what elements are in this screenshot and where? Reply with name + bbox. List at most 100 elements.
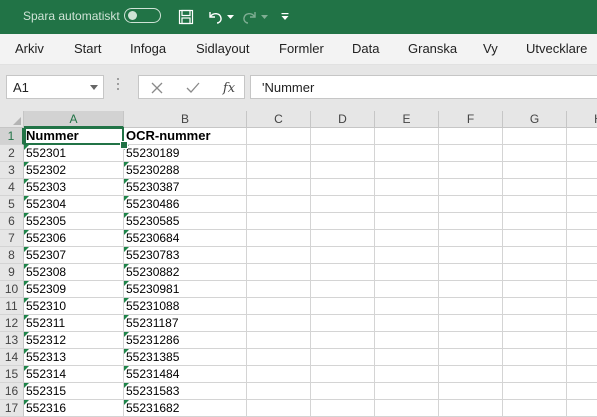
empty-cell[interactable] [503,281,567,298]
empty-cell[interactable] [503,247,567,264]
fill-handle[interactable] [120,141,128,149]
empty-cell[interactable] [247,162,311,179]
empty-cell[interactable] [247,349,311,366]
cell-a13[interactable]: 552312 [24,332,124,349]
empty-cell[interactable] [439,349,503,366]
enter-icon[interactable] [181,78,205,98]
save-icon[interactable] [176,7,196,27]
cell-a15[interactable]: 552314 [24,366,124,383]
empty-cell[interactable] [311,179,375,196]
empty-cell[interactable] [439,162,503,179]
cancel-icon[interactable] [145,78,169,98]
empty-cell[interactable] [247,366,311,383]
empty-cell[interactable] [439,400,503,417]
empty-cell[interactable] [503,298,567,315]
empty-cell[interactable] [311,145,375,162]
empty-cell[interactable] [311,162,375,179]
cell-b9[interactable]: 55230882 [124,264,247,281]
empty-cell[interactable] [311,264,375,281]
empty-cell[interactable] [567,179,597,196]
empty-cell[interactable] [375,281,439,298]
cell-b1[interactable]: OCR-nummer [124,128,247,145]
cell-a9[interactable]: 552308 [24,264,124,281]
empty-cell[interactable] [439,230,503,247]
empty-cell[interactable] [503,145,567,162]
empty-cell[interactable] [503,179,567,196]
empty-cell[interactable] [375,332,439,349]
empty-cell[interactable] [375,230,439,247]
tab-vy[interactable]: Vy [483,41,498,56]
row-header[interactable]: 15 [0,366,24,383]
empty-cell[interactable] [247,213,311,230]
empty-cell[interactable] [247,400,311,417]
empty-cell[interactable] [247,145,311,162]
cell-a16[interactable]: 552315 [24,383,124,400]
cell-b7[interactable]: 55230684 [124,230,247,247]
empty-cell[interactable] [503,315,567,332]
empty-cell[interactable] [247,196,311,213]
tab-arkiv[interactable]: Arkiv [15,41,44,56]
empty-cell[interactable] [247,332,311,349]
tab-start[interactable]: Start [74,41,101,56]
tab-infoga[interactable]: Infoga [130,41,166,56]
column-header-d[interactable]: D [311,111,375,128]
empty-cell[interactable] [567,145,597,162]
cell-b8[interactable]: 55230783 [124,247,247,264]
empty-cell[interactable] [567,247,597,264]
redo-dropdown-icon[interactable] [260,7,268,27]
empty-cell[interactable] [567,298,597,315]
empty-cell[interactable] [503,213,567,230]
row-header[interactable]: 16 [0,383,24,400]
empty-cell[interactable] [311,281,375,298]
empty-cell[interactable] [247,230,311,247]
tab-formler[interactable]: Formler [279,41,324,56]
empty-cell[interactable] [567,315,597,332]
empty-cell[interactable] [311,315,375,332]
empty-cell[interactable] [439,145,503,162]
cell-a17[interactable]: 552316 [24,400,124,417]
cell-a6[interactable]: 552305 [24,213,124,230]
empty-cell[interactable] [503,332,567,349]
empty-cell[interactable] [567,332,597,349]
row-header[interactable]: 1 [0,128,24,145]
empty-cell[interactable] [503,196,567,213]
empty-cell[interactable] [247,315,311,332]
empty-cell[interactable] [375,264,439,281]
empty-cell[interactable] [375,162,439,179]
cell-a11[interactable]: 552310 [24,298,124,315]
row-header[interactable]: 14 [0,349,24,366]
empty-cell[interactable] [439,264,503,281]
empty-cell[interactable] [311,247,375,264]
cell-a5[interactable]: 552304 [24,196,124,213]
empty-cell[interactable] [503,400,567,417]
empty-cell[interactable] [375,179,439,196]
undo-icon[interactable] [205,7,225,27]
empty-cell[interactable] [439,213,503,230]
tab-data[interactable]: Data [352,41,379,56]
row-header[interactable]: 5 [0,196,24,213]
cell-a4[interactable]: 552303 [24,179,124,196]
insert-function-icon[interactable]: fx [217,78,241,98]
empty-cell[interactable] [567,264,597,281]
empty-cell[interactable] [567,400,597,417]
row-header[interactable]: 12 [0,315,24,332]
cell-b4[interactable]: 55230387 [124,179,247,196]
empty-cell[interactable] [247,247,311,264]
cell-a1[interactable]: Nummer [24,128,124,145]
empty-cell[interactable] [567,349,597,366]
empty-cell[interactable] [503,383,567,400]
cell-b10[interactable]: 55230981 [124,281,247,298]
row-header[interactable]: 9 [0,264,24,281]
empty-cell[interactable] [439,383,503,400]
empty-cell[interactable] [375,247,439,264]
empty-cell[interactable] [311,400,375,417]
empty-cell[interactable] [439,196,503,213]
empty-cell[interactable] [247,264,311,281]
empty-cell[interactable] [311,213,375,230]
select-all-button[interactable] [0,111,24,128]
empty-cell[interactable] [375,298,439,315]
cell-a2[interactable]: 552301 [24,145,124,162]
empty-cell[interactable] [439,315,503,332]
name-box[interactable]: A1 [6,75,104,99]
cell-b17[interactable]: 55231682 [124,400,247,417]
